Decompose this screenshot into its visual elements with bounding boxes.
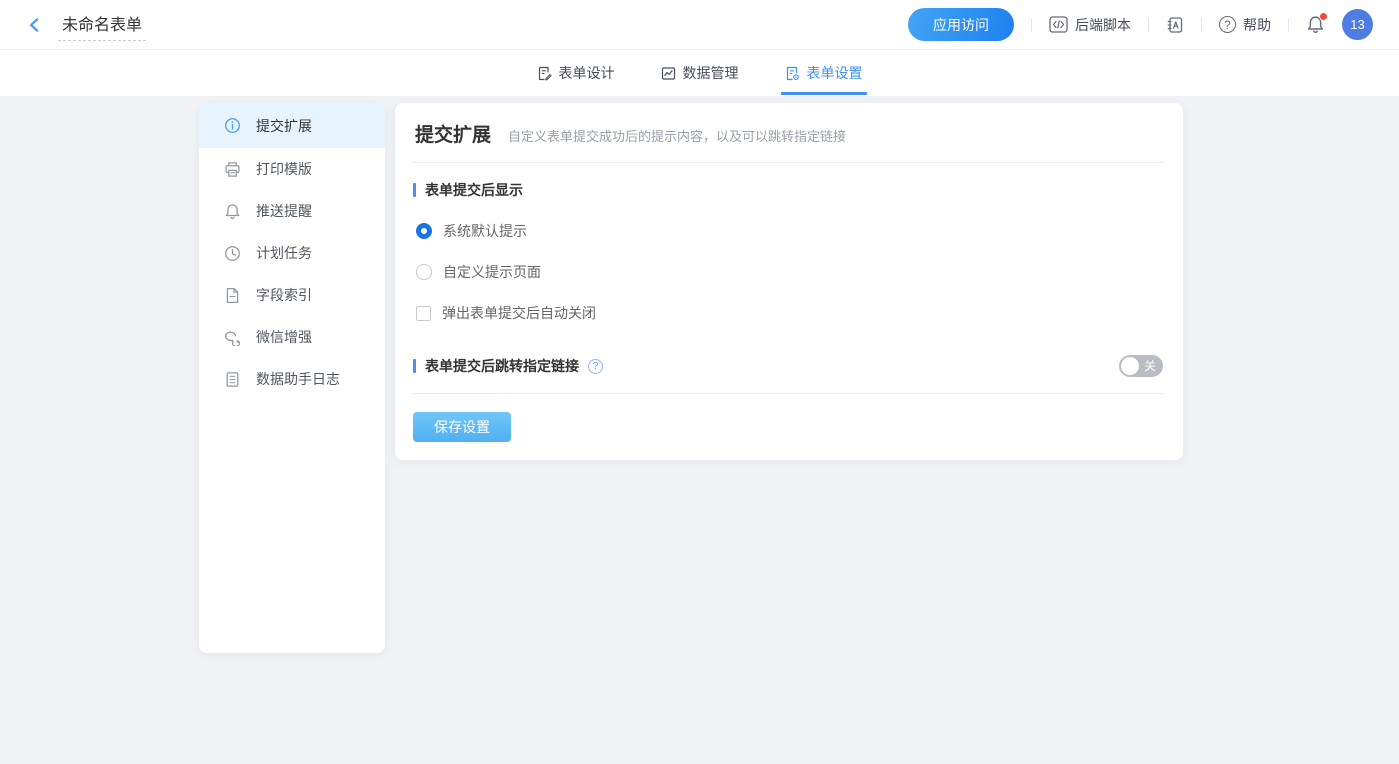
chevron-left-icon — [26, 16, 44, 34]
submit-extension-panel: 提交扩展 自定义表单提交成功后的提示内容，以及可以跳转指定链接 表单提交后显示 … — [395, 103, 1183, 460]
form-title[interactable]: 未命名表单 — [58, 9, 146, 41]
back-button[interactable] — [26, 16, 44, 34]
log-icon — [224, 371, 241, 388]
sidebar-item-submit-extension[interactable]: 提交扩展 — [199, 103, 385, 148]
sidebar-item-label: 计划任务 — [256, 243, 312, 263]
backend-script-button[interactable]: 后端脚本 — [1049, 15, 1131, 35]
tab-form-settings[interactable]: 表单设置 — [783, 50, 865, 96]
settings-sidebar: 提交扩展 打印模版 推送提醒 计划任务 字段索引 微信增强 数据助手日志 — [199, 103, 385, 653]
help-label: 帮助 — [1243, 15, 1271, 35]
sidebar-item-label: 提交扩展 — [256, 116, 312, 136]
toggle-knob — [1121, 357, 1139, 375]
tab-label: 数据管理 — [683, 63, 739, 83]
divider — [1148, 18, 1149, 32]
printer-icon — [224, 161, 241, 178]
sidebar-item-label: 打印模版 — [256, 159, 312, 179]
radio-custom-page[interactable]: 自定义提示页面 — [413, 262, 1163, 282]
clock-icon — [224, 245, 241, 262]
roster-button[interactable] — [1166, 16, 1184, 34]
redirect-toggle[interactable]: 关 — [1119, 355, 1163, 377]
help-icon: ? — [1219, 16, 1236, 33]
backend-script-label: 后端脚本 — [1075, 15, 1131, 35]
sidebar-item-field-index[interactable]: 字段索引 — [199, 274, 385, 316]
radio-system-default[interactable]: 系统默认提示 — [413, 221, 1163, 241]
section-bar — [413, 183, 416, 197]
radio-label: 自定义提示页面 — [443, 262, 541, 282]
sidebar-item-data-assistant-log[interactable]: 数据助手日志 — [199, 358, 385, 400]
sidebar-item-label: 数据助手日志 — [256, 369, 340, 389]
checkbox-icon[interactable] — [416, 306, 431, 321]
top-bar-right: 应用访问 后端脚本 ? 帮助 — [908, 8, 1373, 41]
address-book-icon — [1166, 16, 1184, 34]
redirect-section-heading: 表单提交后跳转指定链接 — [425, 356, 579, 376]
document-icon — [224, 287, 241, 304]
radio-label: 系统默认提示 — [443, 221, 527, 241]
help-button[interactable]: ? 帮助 — [1219, 15, 1271, 35]
info-icon — [224, 117, 241, 134]
redirect-section: 表单提交后跳转指定链接 ? 关 — [413, 355, 1163, 394]
app-access-button[interactable]: 应用访问 — [908, 8, 1014, 41]
form-settings-icon — [785, 66, 800, 81]
toggle-state-label: 关 — [1144, 359, 1156, 373]
panel-title: 提交扩展 — [415, 120, 491, 147]
top-bar-left: 未命名表单 — [26, 9, 146, 41]
checkbox-auto-close[interactable]: 弹出表单提交后自动关闭 — [413, 303, 1163, 323]
divider — [1031, 18, 1032, 32]
wechat-icon — [224, 329, 241, 346]
sidebar-item-label: 字段索引 — [256, 285, 312, 305]
tab-bar: 表单设计 数据管理 表单设置 — [0, 50, 1399, 97]
sidebar-item-label: 推送提醒 — [256, 201, 312, 221]
tab-label: 表单设置 — [807, 63, 863, 83]
notifications-button[interactable] — [1306, 15, 1325, 34]
sidebar-item-push-reminder[interactable]: 推送提醒 — [199, 190, 385, 232]
avatar[interactable]: 13 — [1342, 9, 1373, 40]
radio-checked-icon[interactable] — [416, 223, 432, 239]
panel-header: 提交扩展 自定义表单提交成功后的提示内容，以及可以跳转指定链接 — [413, 103, 1163, 163]
notification-badge — [1319, 12, 1328, 21]
display-section-heading: 表单提交后显示 — [413, 180, 1163, 200]
sidebar-item-print-template[interactable]: 打印模版 — [199, 148, 385, 190]
data-manage-icon — [661, 66, 676, 81]
section-heading-label: 表单提交后显示 — [425, 180, 523, 200]
sidebar-item-label: 微信增强 — [256, 327, 312, 347]
question-help-icon[interactable]: ? — [588, 359, 603, 374]
panel-subtitle: 自定义表单提交成功后的提示内容，以及可以跳转指定链接 — [508, 126, 846, 145]
tab-form-design[interactable]: 表单设计 — [535, 50, 617, 96]
active-tab-underline — [781, 92, 867, 95]
divider — [1288, 18, 1289, 32]
form-design-icon — [537, 66, 552, 81]
sidebar-item-scheduled-task[interactable]: 计划任务 — [199, 232, 385, 274]
tab-label: 表单设计 — [559, 63, 615, 83]
code-icon — [1049, 16, 1068, 33]
checkbox-label: 弹出表单提交后自动关闭 — [442, 303, 596, 323]
sidebar-item-wechat-enhance[interactable]: 微信增强 — [199, 316, 385, 358]
bell-icon — [224, 203, 241, 220]
save-settings-button[interactable]: 保存设置 — [413, 412, 511, 442]
tab-data-manage[interactable]: 数据管理 — [659, 50, 741, 96]
divider — [1201, 18, 1202, 32]
radio-unchecked-icon[interactable] — [416, 264, 432, 280]
top-bar: 未命名表单 应用访问 后端脚本 ? 帮 — [0, 0, 1399, 50]
section-bar — [413, 359, 416, 373]
